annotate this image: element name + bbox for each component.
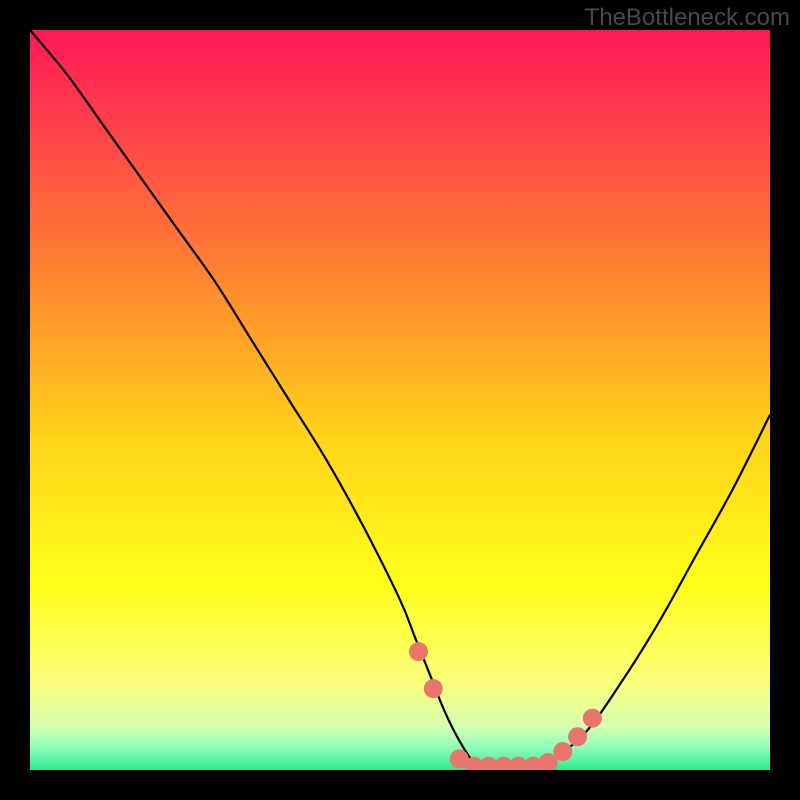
gradient-background — [30, 30, 770, 770]
watermark-text: TheBottleneck.com — [585, 4, 790, 32]
chart-frame — [30, 30, 770, 770]
